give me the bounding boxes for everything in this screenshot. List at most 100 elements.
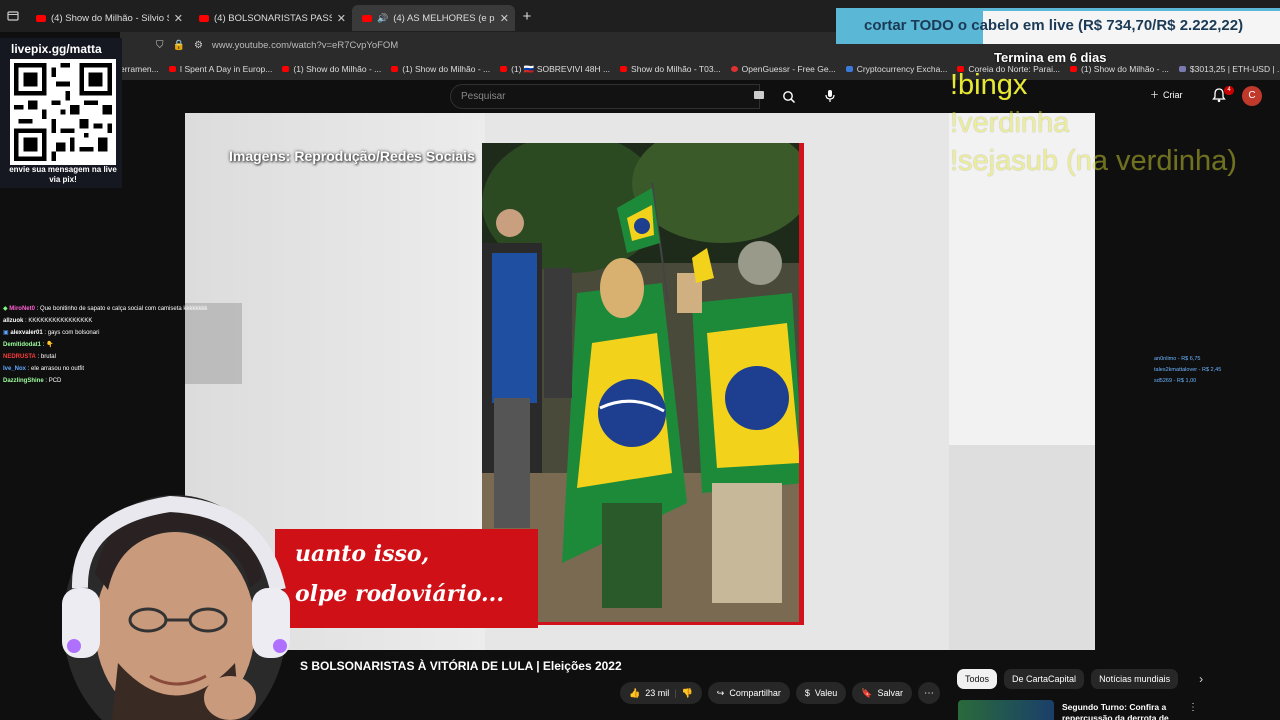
search-input[interactable]: Pesquisar [450, 84, 760, 109]
super-thanks-icon: $ [804, 688, 810, 698]
browser-tab[interactable]: (4) Show do Milhão - Silvio Santos ✕ [26, 5, 189, 31]
share-icon: ↪ [716, 687, 725, 698]
live-chat-overlay: ◆ MiroNet0 : Que bonitinho de sapato e c… [0, 303, 242, 387]
site-settings-icon[interactable]: ⚙ [194, 40, 203, 51]
recommended-title[interactable]: Segundo Turno: Confira a repercussão da … [1062, 702, 1182, 720]
save-button[interactable]: 🔖 Salvar [852, 682, 912, 704]
chat-message: allzuok : KKKKKKKKKKKKKKKK [0, 315, 242, 327]
donation-goal-text: cortar TODO o cabelo em live (R$ 734,70/… [864, 17, 1244, 34]
close-tab-icon[interactable]: ✕ [500, 12, 509, 25]
like-button[interactable]: 👍 23 mil | 👎 [620, 682, 702, 704]
bookmark-label: Cryptocurrency Excha... [856, 64, 948, 74]
donor-entry: an0nlimo - R$ 6,75 [1154, 356, 1201, 362]
lock-icon[interactable]: 🔒 [173, 40, 185, 51]
divider: | [674, 688, 677, 698]
bookmark-label: I Spent A Day in Europ... [179, 64, 273, 74]
chevron-right-icon[interactable]: › [1199, 672, 1203, 686]
youtube-favicon-icon [391, 66, 399, 72]
close-tab-icon[interactable]: ✕ [337, 12, 346, 25]
qr-code-image [10, 59, 116, 165]
shield-icon[interactable]: ⛉ [156, 40, 164, 51]
recommendation-chips: Todos De CartaCapital Notícias mundiais … [957, 669, 1203, 689]
video-player[interactable]: Imagens: Reprodução/Redes Sociais uanto … [185, 113, 1095, 650]
recommended-video[interactable]: Segundo Turno: Confira a repercussão da … [958, 700, 1280, 720]
search-icon [783, 90, 796, 103]
lower-third-banner: uanto isso, olpe rodoviário... [275, 529, 538, 628]
openguessr-favicon-icon [730, 66, 738, 72]
close-tab-icon[interactable]: ✕ [174, 12, 183, 25]
chat-text: Que bonitinho de sapato e calça social c… [39, 306, 208, 312]
exchange-favicon-icon [845, 66, 853, 72]
chat-username: Ive_Nox [3, 366, 27, 372]
url-field[interactable]: www.youtube.com/watch?v=eR7CvpYoFOM [212, 40, 398, 51]
chat-username: NEDRUSTA [3, 354, 36, 360]
chat-message: NEDRUSTA : brutal [0, 351, 242, 363]
goal-deadline: Termina em 6 dias [994, 50, 1107, 65]
chip-world-news[interactable]: Notícias mundiais [1091, 669, 1179, 689]
chat-username: allzuok [3, 318, 24, 324]
thanks-label: Valeu [814, 688, 838, 698]
bookmark-label: (1) Show do Milhão - ... [293, 64, 382, 74]
speaker-icon[interactable]: 🔊 [377, 13, 388, 24]
chat-username: DazzlingShine [3, 378, 44, 384]
search-button[interactable] [772, 84, 806, 109]
chat-username: Demitidodat1 [3, 342, 42, 348]
thumbs-up-icon: 👍 [629, 687, 641, 698]
bookmark-item[interactable]: (1) 🇷🇺 SOBREVIVI 48H ... [500, 64, 610, 75]
thumbs-down-icon[interactable]: 👎 [682, 688, 693, 699]
account-avatar[interactable]: C [1242, 86, 1262, 106]
bookmark-icon: 🔖 [861, 687, 873, 698]
keyboard-icon[interactable] [754, 91, 764, 99]
tab-title: (4) BOLSONARISTAS PASSANDO [214, 12, 332, 24]
share-button[interactable]: ↪ Compartilhar [707, 682, 790, 704]
bookmark-label: Show do Milhão - T03... [631, 64, 721, 74]
bookmark-item[interactable]: OpenGuessr - Free Ge... [730, 64, 836, 74]
bookmark-item[interactable]: (1) Show do Milhão - ... [391, 64, 490, 74]
youtube-favicon-icon [168, 66, 176, 72]
video-actions: 👍 23 mil | 👎 ↪ Compartilhar $ Valeu 🔖 Sa… [620, 682, 940, 704]
donation-goal-bar: cortar TODO o cabelo em live (R$ 734,70/… [836, 8, 1280, 44]
youtube-favicon-icon [36, 14, 46, 22]
lower-third-line-1: uanto isso, [295, 541, 430, 567]
voice-search-button[interactable] [820, 86, 840, 106]
recommended-thumbnail[interactable] [958, 700, 1054, 720]
tab-title: (4) AS MELHORES (e piores) [393, 12, 495, 24]
tab-title: (4) Show do Milhão - Silvio Santos [51, 12, 169, 24]
browser-tab[interactable]: (4) BOLSONARISTAS PASSANDO ✕ [189, 5, 352, 31]
streamer-webcam [40, 478, 310, 720]
chat-text: ele arrasou no outfit [31, 366, 85, 372]
youtube-favicon-icon [282, 66, 290, 72]
bookmark-item[interactable]: (1) Show do Milhão - ... [282, 64, 381, 74]
chat-text: brutal [40, 354, 56, 360]
more-options-icon[interactable]: ⋮ [1188, 702, 1198, 713]
bookmark-item[interactable]: I Spent A Day in Europ... [168, 64, 273, 74]
bookmark-item[interactable]: Show do Milhão - T03... [620, 64, 721, 74]
donor-entry: tales2kmattalover - R$ 2,45 [1154, 367, 1222, 373]
livepix-panel: livepix.gg/matta envie sua mensagem na l… [0, 38, 122, 188]
streamer-image [62, 495, 290, 720]
browser-tab-active[interactable]: 🔊 (4) AS MELHORES (e piores) ✕ [352, 5, 515, 31]
chat-message: Demitidodat1 : 👇 [0, 339, 242, 351]
more-actions-icon[interactable]: ⋯ [917, 682, 940, 704]
recent-donors: an0nlimo - R$ 6,75 tales2kmattalover - R… [1154, 354, 1221, 387]
command-sejasub: !sejasub (na verdinha) [950, 145, 1237, 177]
screen: (4) Show do Milhão - Silvio Santos ✕ (4)… [0, 0, 1280, 720]
bookmark-label: erramen... [120, 64, 159, 74]
youtube-favicon-icon [199, 14, 209, 22]
tab-actions-icon[interactable] [0, 0, 26, 32]
chip-cartacapital[interactable]: De CartaCapital [1004, 669, 1085, 689]
chat-text: KKKKKKKKKKKKKKKK [28, 318, 93, 324]
bookmark-label: (1) 🇷🇺 SOBREVIVI 48H ... [511, 63, 611, 74]
chat-commands-overlay: !bingx !verdinha !sejasub (na verdinha) [950, 66, 1237, 180]
command-bingx: !bingx [950, 69, 1028, 101]
livepix-instructions: envie sua mensagem na live via pix! [9, 165, 117, 184]
new-tab-button[interactable]: + [515, 8, 539, 25]
bookmark-item[interactable]: erramen... [120, 64, 159, 74]
bookmark-item[interactable]: Cryptocurrency Excha... [845, 64, 948, 74]
bookmark-label: OpenGuessr - Free Ge... [741, 64, 836, 74]
chat-message: ◆ MiroNet0 : Que bonitinho de sapato e c… [0, 303, 242, 315]
youtube-favicon-icon [620, 66, 628, 72]
chip-all[interactable]: Todos [957, 669, 998, 689]
thanks-button[interactable]: $ Valeu [795, 682, 847, 704]
youtube-favicon-icon [362, 14, 372, 22]
